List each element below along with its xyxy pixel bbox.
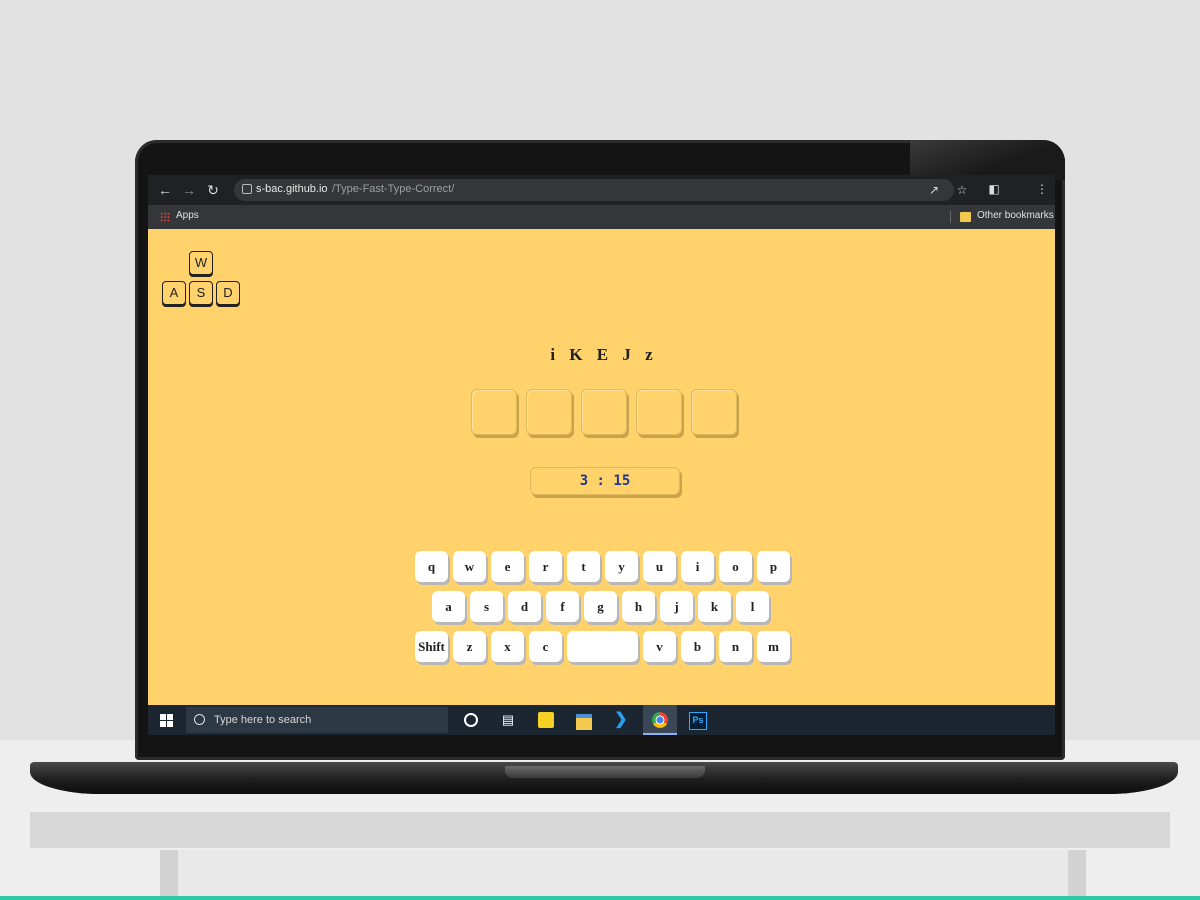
floor-reflection-strip xyxy=(30,812,1170,848)
apps-bookmark[interactable]: Apps xyxy=(176,210,199,221)
key-v[interactable]: v xyxy=(643,631,676,662)
side-panel-icon[interactable]: ◧ xyxy=(986,181,1002,197)
reload-icon[interactable]: ↻ xyxy=(204,181,222,199)
bottom-accent-line xyxy=(0,896,1200,900)
key-w[interactable]: w xyxy=(453,551,486,582)
lock-icon xyxy=(242,184,252,194)
key-h[interactable]: h xyxy=(622,591,655,622)
other-bookmarks[interactable]: Other bookmarks xyxy=(977,210,1054,221)
target-letter: K xyxy=(569,345,583,364)
task-view-icon[interactable]: ▤ xyxy=(500,712,516,728)
key-a[interactable]: a xyxy=(432,591,465,622)
address-bar[interactable]: s-bac.github.io /Type-Fast-Type-Correct/… xyxy=(234,179,967,201)
windows-start-icon[interactable] xyxy=(160,714,173,727)
letter-slots xyxy=(471,389,741,437)
target-letter: J xyxy=(622,345,631,364)
key-p[interactable]: p xyxy=(757,551,790,582)
key-m[interactable]: m xyxy=(757,631,790,662)
logo-key-w: W xyxy=(189,251,213,275)
sticky-notes-icon[interactable] xyxy=(538,712,554,728)
letter-slot xyxy=(691,389,737,435)
key-g[interactable]: g xyxy=(584,591,617,622)
url-path: /Type-Fast-Type-Correct/ xyxy=(332,183,455,195)
share-icon[interactable]: ↗ xyxy=(926,182,942,198)
letter-slot xyxy=(526,389,572,435)
key-y[interactable]: y xyxy=(605,551,638,582)
letter-slot xyxy=(581,389,627,435)
vscode-icon[interactable]: ❯ xyxy=(613,712,629,728)
key-j[interactable]: j xyxy=(660,591,693,622)
target-letter: E xyxy=(596,345,609,364)
key-k[interactable]: k xyxy=(698,591,731,622)
key-u[interactable]: u xyxy=(643,551,676,582)
key-n[interactable]: n xyxy=(719,631,752,662)
logo-key-s: S xyxy=(189,281,213,305)
search-icon xyxy=(194,714,205,725)
menu-kebab-icon[interactable]: ⋮ xyxy=(1034,181,1050,197)
laptop-lid-reflection xyxy=(910,140,1065,180)
target-letter: z xyxy=(645,345,653,364)
target-word: i K E J z xyxy=(148,345,1055,365)
logo-key-a: A xyxy=(162,281,186,305)
photoshop-icon[interactable]: Ps xyxy=(689,712,707,730)
windows-taskbar: Type here to search ▤ ❯ Ps xyxy=(148,705,1055,735)
key-z[interactable]: z xyxy=(453,631,486,662)
back-arrow-icon[interactable]: ← xyxy=(156,181,174,199)
key-e[interactable]: e xyxy=(491,551,524,582)
file-explorer-icon[interactable] xyxy=(576,714,592,730)
bookmarks-bar: Apps Other bookmarks xyxy=(148,205,1055,229)
taskbar-search-box[interactable]: Type here to search xyxy=(186,707,448,733)
folder-icon xyxy=(960,212,971,222)
apps-grid-icon xyxy=(160,212,170,222)
logo-key-d: D xyxy=(216,281,240,305)
cortana-icon[interactable] xyxy=(464,713,478,727)
key-b[interactable]: b xyxy=(681,631,714,662)
forward-arrow-icon[interactable]: → xyxy=(180,181,198,199)
key-i[interactable]: i xyxy=(681,551,714,582)
key-t[interactable]: t xyxy=(567,551,600,582)
key-x[interactable]: x xyxy=(491,631,524,662)
chrome-icon[interactable] xyxy=(652,712,668,728)
url-host: s-bac.github.io xyxy=(256,183,328,195)
letter-slot xyxy=(471,389,517,435)
key-r[interactable]: r xyxy=(529,551,562,582)
wasd-logo: W A S D xyxy=(162,251,242,313)
floor-reflection-stand xyxy=(160,850,1086,900)
key-space[interactable] xyxy=(567,631,638,662)
key-s[interactable]: s xyxy=(470,591,503,622)
on-screen-keyboard: q w e r t y u i o p a s d f g h j k l Sh… xyxy=(148,551,1055,671)
countdown-timer: 3 : 15 xyxy=(530,467,680,495)
browser-toolbar: ← → ↻ s-bac.github.io /Type-Fast-Type-Co… xyxy=(148,175,1055,205)
key-l[interactable]: l xyxy=(736,591,769,622)
key-o[interactable]: o xyxy=(719,551,752,582)
laptop-screen: ← → ↻ s-bac.github.io /Type-Fast-Type-Co… xyxy=(148,175,1055,735)
key-c[interactable]: c xyxy=(529,631,562,662)
laptop-hinge-notch xyxy=(505,766,705,778)
letter-slot xyxy=(636,389,682,435)
key-d[interactable]: d xyxy=(508,591,541,622)
key-f[interactable]: f xyxy=(546,591,579,622)
key-shift[interactable]: Shift xyxy=(415,631,448,662)
taskbar-search-placeholder: Type here to search xyxy=(214,714,312,726)
key-q[interactable]: q xyxy=(415,551,448,582)
target-letter: i xyxy=(550,345,556,364)
star-icon[interactable]: ☆ xyxy=(954,182,970,198)
bookmark-separator xyxy=(950,211,951,223)
